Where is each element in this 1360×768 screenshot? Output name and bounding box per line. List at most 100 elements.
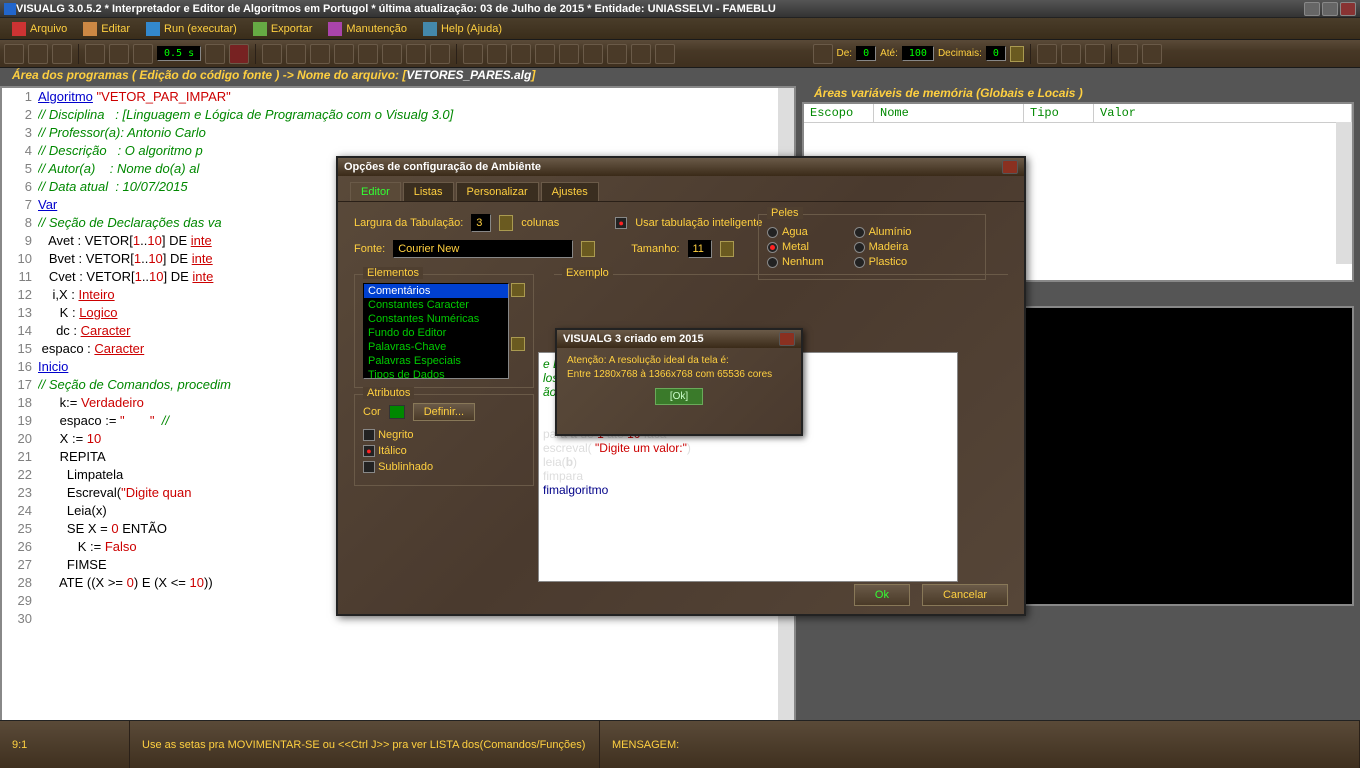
dialog-tabs: Editor Listas Personalizar Ajustes xyxy=(338,176,1024,202)
tool-button[interactable] xyxy=(583,44,603,64)
open-button[interactable] xyxy=(28,44,48,64)
scroll-up-icon[interactable] xyxy=(511,283,525,297)
file-icon xyxy=(12,22,26,36)
close-button[interactable] xyxy=(1340,2,1356,16)
alert-ok-button[interactable]: [Ok] xyxy=(655,388,703,405)
menubar: Arquivo Editar Run (executar) Exportar M… xyxy=(0,18,1360,40)
menu-editar[interactable]: Editar xyxy=(75,20,138,38)
tool-button[interactable] xyxy=(1085,44,1105,64)
dropdown-icon[interactable] xyxy=(581,241,595,257)
menu-manutencao[interactable]: Manutenção xyxy=(320,20,415,38)
tool-button[interactable] xyxy=(1118,44,1138,64)
smart-tab-checkbox[interactable] xyxy=(615,217,627,229)
elements-listbox[interactable]: ComentáriosConstantes CaracterConstantes… xyxy=(363,283,509,379)
alert-line1: Atenção: A resolução ideal da tela é: xyxy=(567,354,791,368)
programs-area-label: Área dos programas ( Edição do código fo… xyxy=(12,68,535,82)
timer-icon[interactable] xyxy=(133,44,153,64)
tool-button[interactable] xyxy=(559,44,579,64)
skin-radio-madeira[interactable] xyxy=(854,242,865,253)
skin-radio-agua[interactable] xyxy=(767,227,778,238)
cancel-button[interactable]: Cancelar xyxy=(922,584,1008,606)
tool-button[interactable] xyxy=(310,44,330,64)
maximize-button[interactable] xyxy=(1322,2,1338,16)
edit-icon xyxy=(83,22,97,36)
de-value[interactable]: 0 xyxy=(856,46,876,61)
scroll-down-icon[interactable] xyxy=(511,337,525,351)
tool-button[interactable] xyxy=(1061,44,1081,64)
col-escopo[interactable]: Escopo xyxy=(804,104,874,122)
tab-width-label: Largura da Tabulação: xyxy=(354,217,463,229)
tool-button[interactable] xyxy=(535,44,555,64)
tab-ajustes[interactable]: Ajustes xyxy=(541,182,599,201)
font-input[interactable]: Courier New xyxy=(393,240,573,258)
tool-button[interactable] xyxy=(631,44,651,64)
cursor-position: 9:1 xyxy=(0,721,130,768)
tab-personalizar[interactable]: Personalizar xyxy=(456,182,539,201)
size-input[interactable]: 11 xyxy=(688,240,712,258)
skin-radio-nenhum[interactable] xyxy=(767,257,778,268)
menu-help[interactable]: Help (Ajuda) xyxy=(415,20,510,38)
tool-button[interactable] xyxy=(607,44,627,64)
dropdown-icon[interactable] xyxy=(499,215,513,231)
col-valor[interactable]: Valor xyxy=(1094,104,1352,122)
copy-icon[interactable] xyxy=(358,44,378,64)
tool-button[interactable] xyxy=(487,44,507,64)
vars-vscrollbar[interactable] xyxy=(1336,122,1352,264)
timer-value[interactable]: 0.5 s xyxy=(157,46,201,61)
tab-listas[interactable]: Listas xyxy=(403,182,454,201)
save-button[interactable] xyxy=(52,44,72,64)
variables-header: Escopo Nome Tipo Valor xyxy=(804,104,1352,123)
dialog-title: Opções de configuração de Ambiênte xyxy=(344,161,541,173)
help-icon xyxy=(423,22,437,36)
skin-radio-metal[interactable] xyxy=(767,242,778,253)
dialog-close-button[interactable] xyxy=(1002,160,1018,174)
window-titlebar: VISUALG 3.0.5.2 * Interpretador e Editor… xyxy=(0,0,1360,18)
tool-button[interactable] xyxy=(463,44,483,64)
tool-button[interactable] xyxy=(511,44,531,64)
skin-radio-plastico[interactable] xyxy=(854,257,865,268)
skin-radio-aluminio[interactable] xyxy=(854,227,865,238)
tool-button[interactable] xyxy=(286,44,306,64)
minimize-button[interactable] xyxy=(1304,2,1320,16)
tool-button[interactable] xyxy=(655,44,675,64)
italic-checkbox[interactable] xyxy=(363,445,375,457)
menu-run[interactable]: Run (executar) xyxy=(138,20,245,38)
run-icon xyxy=(146,22,160,36)
wand-icon[interactable] xyxy=(813,44,833,64)
cut-icon[interactable] xyxy=(334,44,354,64)
stop-button[interactable] xyxy=(229,44,249,64)
bold-checkbox[interactable] xyxy=(363,429,375,441)
tab-editor[interactable]: Editor xyxy=(350,182,401,201)
ate-value[interactable]: 100 xyxy=(902,46,934,61)
alert-titlebar[interactable]: VISUALG 3 criado em 2015 xyxy=(557,330,801,348)
de-label: De: xyxy=(837,48,853,59)
example-title: Exemplo xyxy=(562,267,613,279)
hand-icon[interactable] xyxy=(262,44,282,64)
tool-button[interactable] xyxy=(205,44,225,64)
tab-width-input[interactable]: 3 xyxy=(471,214,491,232)
menu-exportar[interactable]: Exportar xyxy=(245,20,321,38)
skins-group: Peles Agua Metal Nenhum Alumínio Madeira… xyxy=(758,214,986,280)
message-text: MENSAGEM: xyxy=(600,721,1360,768)
tool-button[interactable] xyxy=(430,44,450,64)
underline-checkbox[interactable] xyxy=(363,461,375,473)
dropdown-icon[interactable] xyxy=(720,241,734,257)
tool-button[interactable] xyxy=(85,44,105,64)
attributes-group: Atributos Cor Definir... Negrito Itálico… xyxy=(354,394,534,486)
col-tipo[interactable]: Tipo xyxy=(1024,104,1094,122)
new-button[interactable] xyxy=(4,44,24,64)
hint-text: Use as setas pra MOVIMENTAR-SE ou <<Ctrl… xyxy=(130,721,600,768)
define-color-button[interactable]: Definir... xyxy=(413,403,475,421)
alert-close-button[interactable] xyxy=(779,332,795,346)
dialog-titlebar[interactable]: Opções de configuração de Ambiênte xyxy=(338,158,1024,176)
col-nome[interactable]: Nome xyxy=(874,104,1024,122)
tool-button[interactable] xyxy=(1142,44,1162,64)
tool-button[interactable] xyxy=(406,44,426,64)
dropdown-icon[interactable] xyxy=(1010,46,1024,62)
decimais-value[interactable]: 0 xyxy=(986,46,1006,61)
tool-button[interactable] xyxy=(109,44,129,64)
paste-icon[interactable] xyxy=(382,44,402,64)
tool-button[interactable] xyxy=(1037,44,1057,64)
menu-arquivo[interactable]: Arquivo xyxy=(4,20,75,38)
ok-button[interactable]: Ok xyxy=(854,584,910,606)
